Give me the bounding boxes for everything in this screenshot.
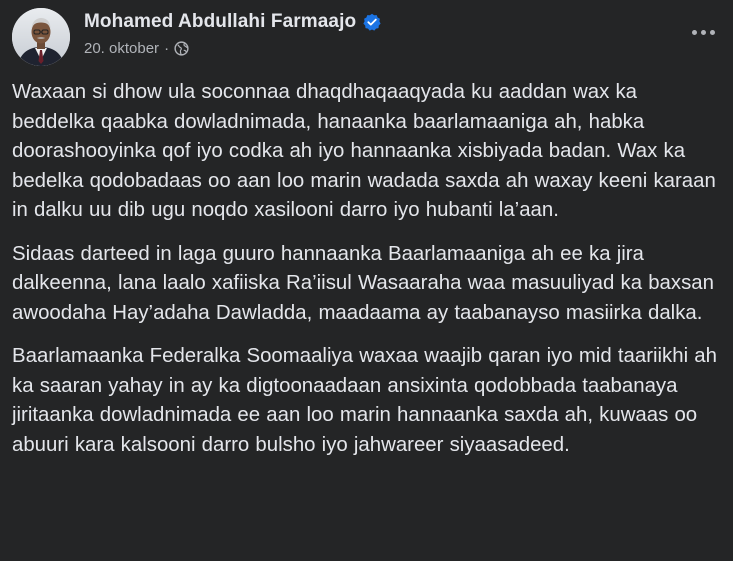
post-paragraph-1: Waxaan si dhow ula soconnaa dhaqdhaqaaqy… xyxy=(12,81,716,221)
author-avatar[interactable] xyxy=(12,8,70,66)
verified-badge-icon xyxy=(363,13,381,31)
avatar-image xyxy=(12,8,70,66)
more-options-button[interactable] xyxy=(685,14,721,50)
meta-separator: · xyxy=(164,40,170,57)
post-header: Mohamed Abdullahi Farmaajo 20. oktober · xyxy=(12,8,721,66)
post-paragraph-3: Baarlamaanka Federalka Soomaaliya waxaa … xyxy=(12,345,717,456)
post-paragraph-2: Sidaas darteed in laga guuro hannaanka B… xyxy=(12,242,714,324)
author-row: Mohamed Abdullahi Farmaajo xyxy=(84,11,381,33)
post-body: Waxaan si dhow ula soconnaa dhaqdhaqaaqy… xyxy=(12,78,717,474)
author-name-link[interactable]: Mohamed Abdullahi Farmaajo xyxy=(84,11,356,33)
post-timestamp-link[interactable]: 20. oktober xyxy=(84,40,159,57)
post-card: Mohamed Abdullahi Farmaajo 20. oktober · xyxy=(0,0,733,561)
globe-icon[interactable] xyxy=(174,41,189,56)
more-horizontal-icon xyxy=(691,29,715,35)
post-meta: 20. oktober · xyxy=(84,40,189,57)
